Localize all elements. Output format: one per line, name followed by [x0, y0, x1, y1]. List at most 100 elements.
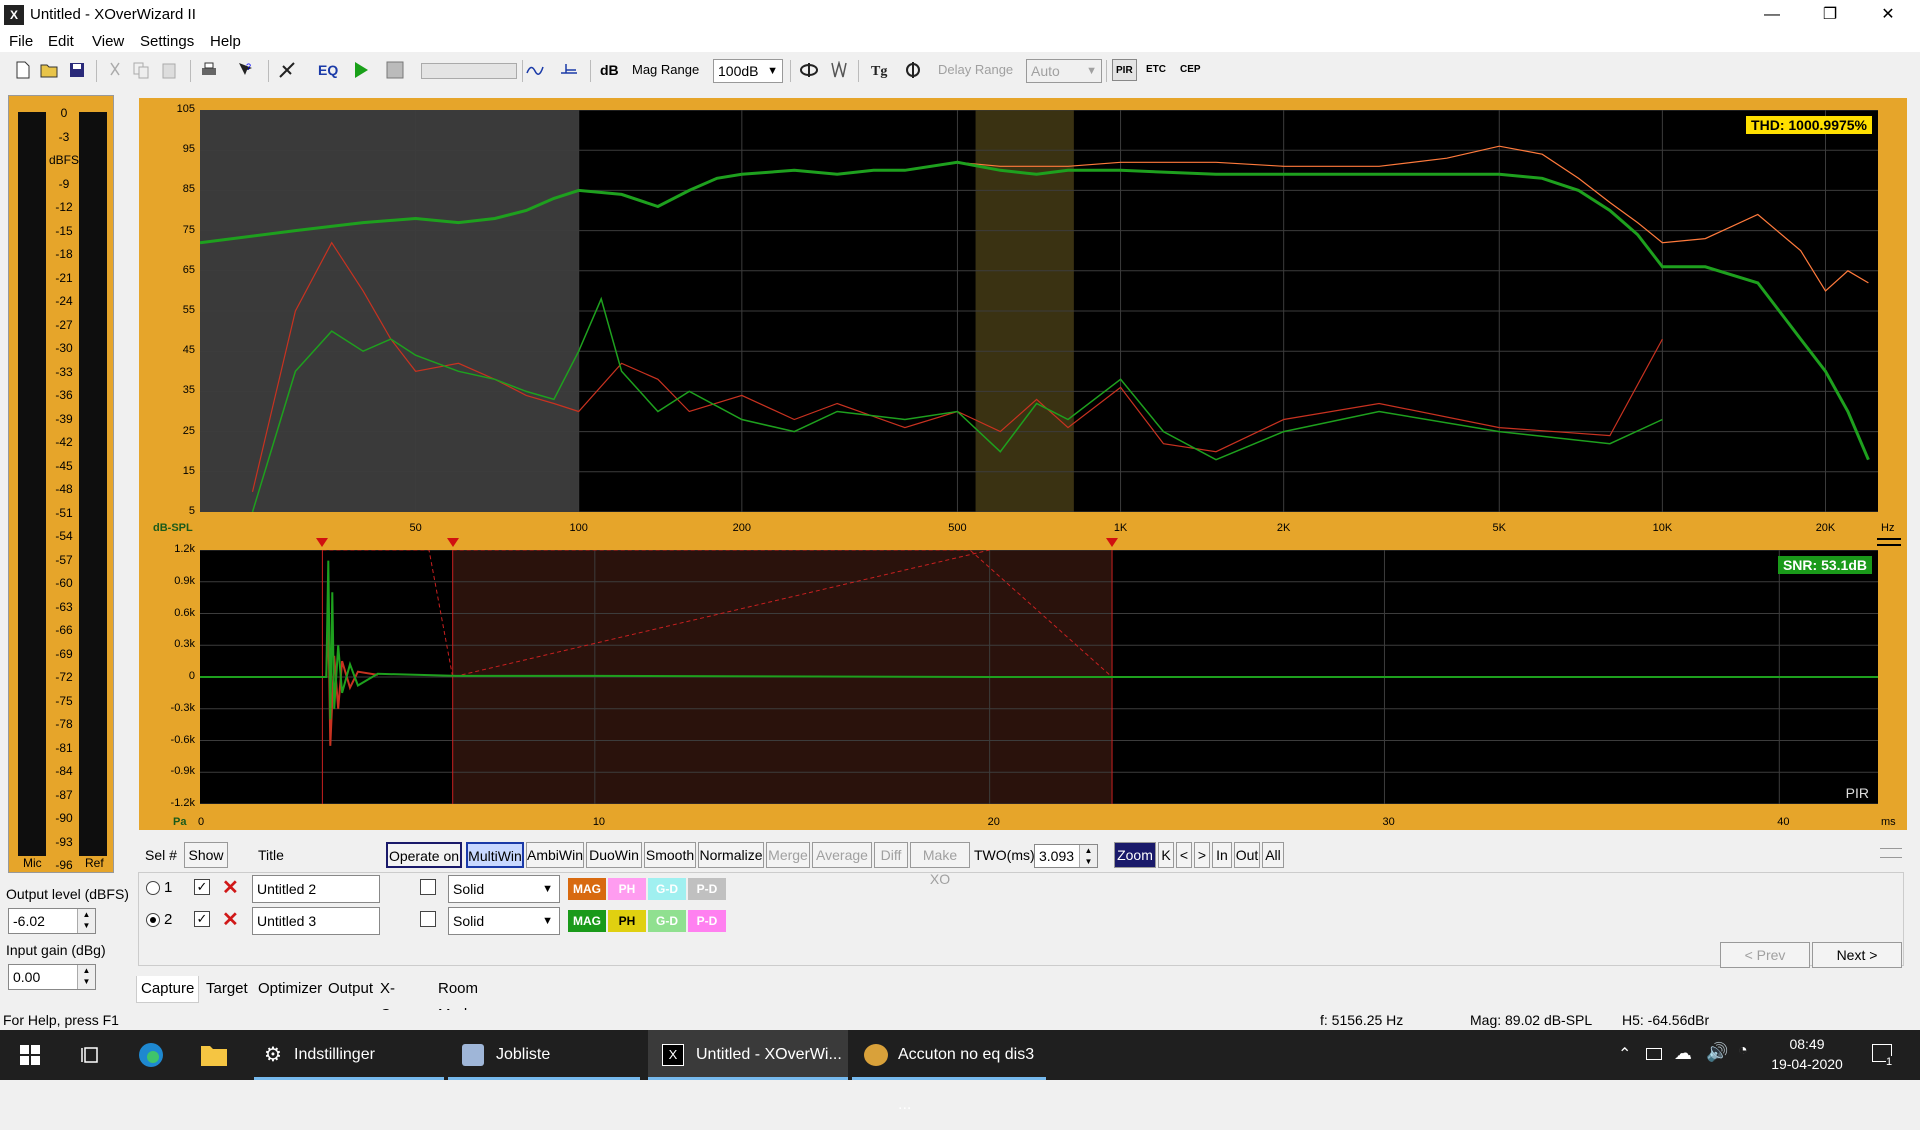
- help-pointer-icon[interactable]: ?: [236, 61, 254, 79]
- clock-date[interactable]: 19-04-2020: [1766, 1056, 1848, 1072]
- chevron-up-icon[interactable]: ⌃: [1618, 1044, 1631, 1064]
- overlay-checkbox[interactable]: [420, 879, 436, 895]
- show-header-button[interactable]: Show: [184, 842, 228, 868]
- restore-button[interactable]: ❐: [1802, 0, 1858, 30]
- delete-icon[interactable]: ✕: [222, 878, 242, 898]
- etc-button[interactable]: ETC: [1146, 59, 1166, 81]
- windows-start-icon[interactable]: [20, 1045, 40, 1065]
- menu-edit[interactable]: Edit: [48, 33, 74, 50]
- cut-icon[interactable]: [106, 61, 124, 79]
- stop-icon[interactable]: [386, 61, 404, 79]
- curve-title-input[interactable]: Untitled 2: [252, 875, 380, 903]
- zoom-right-button[interactable]: >: [1194, 842, 1210, 868]
- volume-icon[interactable]: 🔊: [1706, 1042, 1728, 1063]
- db-button[interactable]: dB: [600, 59, 619, 81]
- duowin-button[interactable]: DuoWin: [586, 842, 642, 868]
- overlay-checkbox[interactable]: [420, 911, 436, 927]
- gate-marker-handle[interactable]: [316, 538, 329, 547]
- tab-optimizer[interactable]: Optimizer: [254, 976, 326, 1002]
- curve-p-d-toggle[interactable]: P-D: [688, 878, 726, 900]
- open-folder-icon[interactable]: [40, 61, 58, 79]
- show-checkbox[interactable]: ✓: [194, 911, 210, 927]
- two-field[interactable]: 3.093 ▲ ▼: [1034, 844, 1098, 868]
- curve-mag-toggle[interactable]: MAG: [568, 878, 606, 900]
- curve-p-d-toggle[interactable]: P-D: [688, 910, 726, 932]
- curve-g-d-toggle[interactable]: G-D: [648, 878, 686, 900]
- pir-button[interactable]: PIR: [1112, 59, 1137, 81]
- minimize-button[interactable]: —: [1744, 0, 1800, 30]
- zoom-in-button[interactable]: In: [1212, 842, 1232, 868]
- save-icon[interactable]: [68, 61, 86, 79]
- select-radio[interactable]: [146, 913, 160, 927]
- taskbar-item-jobliste[interactable]: Jobliste: [448, 1030, 640, 1080]
- gate-marker-handle[interactable]: [446, 538, 459, 547]
- menu-view[interactable]: View: [92, 33, 124, 50]
- line-style-select[interactable]: Solid ▼: [448, 875, 560, 903]
- time-gate-icon[interactable]: Tg: [870, 61, 888, 79]
- impulse-response-plot[interactable]: SNR: 53.1dB PIR: [200, 550, 1878, 804]
- menu-settings[interactable]: Settings: [140, 33, 194, 50]
- merge-button[interactable]: Merge: [766, 842, 810, 868]
- splitter-handle[interactable]: [1877, 538, 1901, 546]
- show-checkbox[interactable]: ✓: [194, 879, 210, 895]
- zoom-all-button[interactable]: All: [1262, 842, 1284, 868]
- output-level-field[interactable]: -6.02 ▲ ▼: [8, 908, 96, 934]
- close-button[interactable]: ✕: [1860, 0, 1916, 30]
- task-view-icon[interactable]: [80, 1045, 100, 1065]
- prev-button[interactable]: < Prev: [1720, 942, 1810, 968]
- delay-icon[interactable]: [904, 61, 922, 79]
- zoom-k-button[interactable]: K: [1158, 842, 1174, 868]
- measure-tool-icon[interactable]: [278, 61, 296, 79]
- taskbar-item-settings[interactable]: ⚙ Indstillinger: [254, 1030, 444, 1080]
- clock-time[interactable]: 08:49: [1772, 1036, 1842, 1052]
- menu-file[interactable]: File: [9, 33, 33, 50]
- taskbar-item-xoverwizard[interactable]: X Untitled - XOverWi...: [648, 1030, 848, 1080]
- panel-menu-icon[interactable]: [1880, 848, 1902, 858]
- operate-on-button[interactable]: Operate on: [386, 842, 462, 868]
- select-radio[interactable]: [146, 881, 160, 895]
- spin-arrows-icon[interactable]: ▲ ▼: [1079, 845, 1097, 867]
- paste-icon[interactable]: [160, 61, 178, 79]
- multiwin-button[interactable]: MultiWin: [466, 842, 524, 868]
- print-icon[interactable]: [200, 61, 218, 79]
- cloud-icon[interactable]: ☁: [1674, 1043, 1692, 1064]
- delete-icon[interactable]: ✕: [222, 910, 242, 930]
- eq-button[interactable]: EQ: [318, 59, 338, 81]
- taskbar-item-paint[interactable]: Accuton no eq dis3 ...: [852, 1030, 1046, 1113]
- impulse-view-icon[interactable]: [560, 61, 578, 79]
- gate-marker-handle[interactable]: [1106, 538, 1119, 547]
- phase-icon[interactable]: [800, 61, 818, 79]
- curve-title-input[interactable]: Untitled 3: [252, 907, 380, 935]
- curve-ph-toggle[interactable]: PH: [608, 910, 646, 932]
- zoom-out-button[interactable]: Out: [1234, 842, 1260, 868]
- normalize-button[interactable]: Normalize: [698, 842, 764, 868]
- group-delay-icon[interactable]: [830, 61, 848, 79]
- tab-target[interactable]: Target: [202, 976, 252, 1002]
- average-button[interactable]: Average: [812, 842, 872, 868]
- next-button[interactable]: Next >: [1812, 942, 1902, 968]
- menu-help[interactable]: Help: [210, 33, 241, 50]
- smooth-button[interactable]: Smooth: [644, 842, 696, 868]
- new-file-icon[interactable]: [14, 61, 32, 79]
- curve-view-icon[interactable]: [526, 61, 544, 79]
- wifi-icon[interactable]: ◔: [1738, 1042, 1748, 1060]
- tab-output[interactable]: Output: [324, 976, 377, 1002]
- spin-arrows-icon[interactable]: ▲ ▼: [77, 909, 95, 933]
- file-explorer-icon[interactable]: [200, 1043, 228, 1067]
- copy-icon[interactable]: [132, 61, 150, 79]
- curve-ph-toggle[interactable]: PH: [608, 878, 646, 900]
- delay-range-select[interactable]: Auto ▼: [1026, 59, 1102, 83]
- line-style-select[interactable]: Solid ▼: [448, 907, 560, 935]
- curve-g-d-toggle[interactable]: G-D: [648, 910, 686, 932]
- input-gain-field[interactable]: 0.00 ▲ ▼: [8, 964, 96, 990]
- play-icon[interactable]: [352, 61, 370, 79]
- tab-capture[interactable]: Capture: [136, 976, 200, 1003]
- zoom-button[interactable]: Zoom: [1114, 842, 1156, 868]
- spin-arrows-icon[interactable]: ▲ ▼: [77, 965, 95, 989]
- edge-browser-icon[interactable]: [138, 1042, 164, 1068]
- mag-range-select[interactable]: 100dB ▼: [713, 59, 783, 83]
- cep-button[interactable]: CEP: [1180, 59, 1201, 81]
- curve-mag-toggle[interactable]: MAG: [568, 910, 606, 932]
- make-xo-button[interactable]: Make XO: [910, 842, 970, 887]
- battery-icon[interactable]: [1646, 1048, 1662, 1060]
